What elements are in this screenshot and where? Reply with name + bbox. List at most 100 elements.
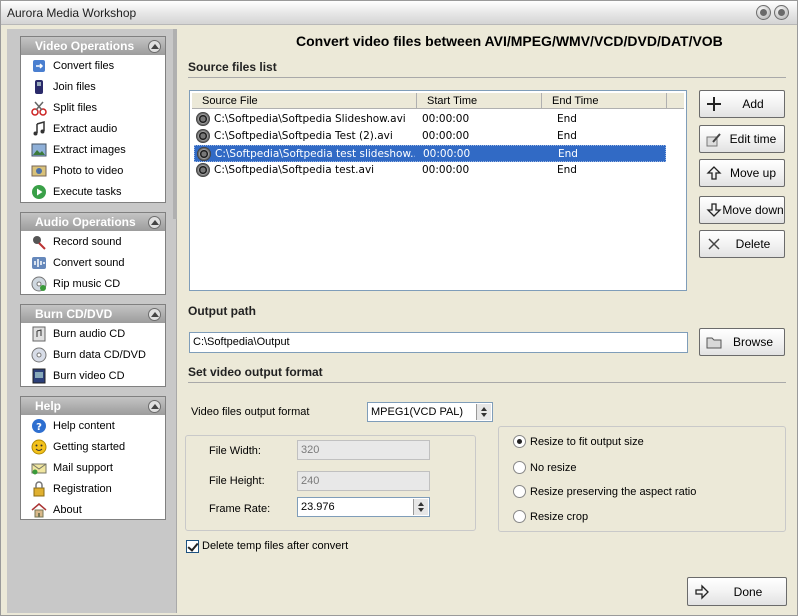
list-header: Source File Start Time End Time — [192, 93, 684, 109]
sidebar-item-convert-files[interactable]: Convert files — [21, 55, 165, 76]
home-icon — [31, 502, 47, 518]
smiley-icon — [31, 439, 47, 455]
sidebar-item-help-content[interactable]: ? Help content — [21, 415, 165, 436]
sidebar-item-burn-audio-cd[interactable]: Burn audio CD — [21, 323, 165, 344]
resize-crop-label: Resize crop — [530, 511, 589, 523]
delete-temp-checkbox[interactable] — [186, 540, 199, 553]
group-header[interactable]: Video Operations — [21, 37, 165, 55]
spinner-icon[interactable] — [476, 404, 491, 420]
sidebar-item-getting-started[interactable]: Getting started — [21, 436, 165, 457]
resize-fit-label: Resize to fit output size — [530, 436, 644, 448]
sidebar-item-record-sound[interactable]: Record sound — [21, 231, 165, 252]
column-source-file[interactable]: Source File — [192, 93, 417, 109]
data-cd-icon — [31, 347, 47, 363]
resize-aspect-radio[interactable] — [513, 485, 526, 498]
group-audio-operations: Audio Operations Record sound Convert so… — [20, 212, 166, 295]
frame-rate-label: Frame Rate: — [209, 503, 271, 515]
sidebar-scrollbar[interactable] — [173, 29, 177, 219]
collapse-icon[interactable] — [148, 400, 161, 413]
group-burn-cd-dvd: Burn CD/DVD Burn audio CD Burn data CD/D… — [20, 304, 166, 387]
page-title: Convert video files between AVI/MPEG/WMV… — [296, 33, 723, 49]
move-up-button[interactable]: Move up — [699, 159, 785, 187]
convert-icon — [31, 58, 47, 74]
source-files-list[interactable]: Source File Start Time End Time C:\Softp… — [189, 90, 687, 291]
app-window: Aurora Media Workshop Video Operations C… — [0, 0, 798, 616]
film-reel-icon — [196, 163, 210, 177]
film-reel-icon — [196, 112, 210, 126]
table-row[interactable]: C:\Softpedia\Softpedia test.avi 00:00:00… — [194, 162, 666, 179]
collapse-icon[interactable] — [148, 308, 161, 321]
video-cd-icon — [31, 368, 47, 384]
frame-rate-select[interactable]: 23.976 — [297, 497, 430, 517]
browse-button[interactable]: Browse — [699, 328, 785, 356]
edit-time-button[interactable]: Edit time — [699, 125, 785, 153]
output-format-select[interactable]: MPEG1(VCD PAL) — [367, 402, 493, 422]
spinner-icon[interactable] — [413, 499, 428, 515]
source-files-section-label: Source files list — [188, 60, 277, 74]
delete-button[interactable]: Delete — [699, 230, 785, 258]
sidebar-item-join-files[interactable]: Join files — [21, 76, 165, 97]
photo-video-icon — [31, 163, 47, 179]
resize-fit-radio[interactable] — [513, 435, 526, 448]
add-button[interactable]: Add — [699, 90, 785, 118]
column-end-time[interactable]: End Time — [542, 93, 667, 109]
play-icon — [31, 184, 47, 200]
image-icon — [31, 142, 47, 158]
sidebar-item-burn-video-cd[interactable]: Burn video CD — [21, 365, 165, 386]
resize-crop-radio[interactable] — [513, 510, 526, 523]
divider — [188, 382, 786, 383]
file-width-label: File Width: — [209, 445, 261, 457]
group-help: Help ? Help content Getting started Mail … — [20, 396, 166, 520]
sidebar-item-registration[interactable]: Registration — [21, 478, 165, 499]
group-header[interactable]: Help — [21, 397, 165, 415]
sidebar-item-rip-music-cd[interactable]: Rip music CD — [21, 273, 165, 294]
mail-icon — [31, 460, 47, 476]
output-path-input[interactable]: C:\Softpedia\Output — [189, 332, 688, 353]
collapse-icon[interactable] — [148, 216, 161, 229]
scissors-icon — [31, 100, 47, 116]
sidebar-item-photo-to-video[interactable]: Photo to video — [21, 160, 165, 181]
group-video-operations: Video Operations Convert files Join file… — [20, 36, 166, 203]
resize-aspect-label: Resize preserving the aspect ratio — [530, 486, 697, 498]
table-row[interactable]: C:\Softpedia\Softpedia Test (2).avi 00:0… — [194, 128, 666, 145]
format-section-label: Set video output format — [188, 365, 323, 379]
title-bar[interactable]: Aurora Media Workshop — [1, 1, 797, 25]
audio-cd-icon — [31, 326, 47, 342]
sidebar-item-about[interactable]: About — [21, 499, 165, 520]
minimize-button[interactable] — [756, 5, 771, 20]
film-reel-icon — [196, 129, 210, 143]
svg-text:?: ? — [36, 422, 42, 433]
sidebar-item-split-files[interactable]: Split files — [21, 97, 165, 118]
group-header[interactable]: Burn CD/DVD — [21, 305, 165, 323]
table-row[interactable]: C:\Softpedia\Softpedia Slideshow.avi 00:… — [194, 111, 666, 128]
microphone-icon — [31, 234, 47, 250]
lock-icon — [31, 480, 47, 497]
table-row-selected[interactable]: C:\Softpedia\Softpedia test slideshow...… — [194, 145, 666, 162]
move-down-button[interactable]: Move down — [699, 196, 785, 224]
sidebar-item-mail-support[interactable]: Mail support — [21, 457, 165, 478]
divider — [188, 77, 786, 78]
group-header[interactable]: Audio Operations — [21, 213, 165, 231]
sidebar-item-burn-data-cd-dvd[interactable]: Burn data CD/DVD — [21, 344, 165, 365]
column-start-time[interactable]: Start Time — [417, 93, 542, 109]
cd-rip-icon — [31, 276, 47, 292]
sidebar-item-extract-images[interactable]: Extract images — [21, 139, 165, 160]
window-title: Aurora Media Workshop — [7, 6, 137, 20]
no-resize-radio[interactable] — [513, 461, 526, 474]
collapse-icon[interactable] — [148, 40, 161, 53]
output-path-section-label: Output path — [188, 304, 256, 318]
sidebar-item-extract-audio[interactable]: Extract audio — [21, 118, 165, 139]
no-resize-label: No resize — [530, 462, 577, 474]
sidebar-item-convert-sound[interactable]: Convert sound — [21, 252, 165, 273]
delete-temp-label: Delete temp files after convert — [202, 540, 349, 552]
help-icon: ? — [31, 418, 47, 434]
music-note-icon — [31, 120, 47, 137]
film-reel-icon — [197, 147, 211, 161]
file-width-input[interactable]: 320 — [297, 440, 430, 460]
output-format-label: Video files output format — [191, 406, 310, 418]
done-button[interactable]: Done — [687, 577, 787, 606]
close-button[interactable] — [774, 5, 789, 20]
sidebar-item-execute-tasks[interactable]: Execute tasks — [21, 181, 165, 202]
file-height-label: File Height: — [209, 475, 265, 487]
file-height-input[interactable]: 240 — [297, 471, 430, 491]
